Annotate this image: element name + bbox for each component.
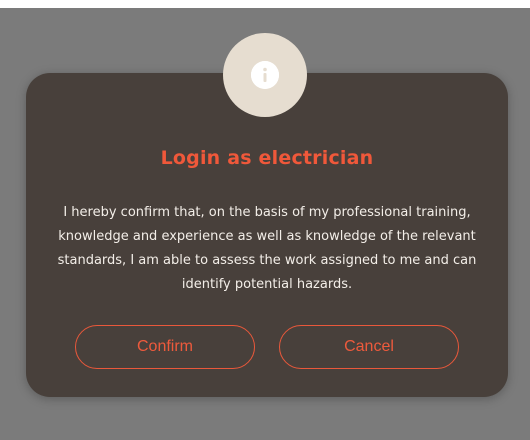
confirmation-dialog: Login as electrician I hereby confirm th… xyxy=(26,73,508,397)
info-badge xyxy=(223,33,307,117)
confirm-button[interactable]: Confirm xyxy=(75,325,255,369)
info-icon xyxy=(251,61,279,89)
dialog-title: Login as electrician xyxy=(160,147,374,169)
dialog-message: I hereby confirm that, on the basis of m… xyxy=(57,205,477,292)
cancel-button[interactable]: Cancel xyxy=(279,325,459,369)
